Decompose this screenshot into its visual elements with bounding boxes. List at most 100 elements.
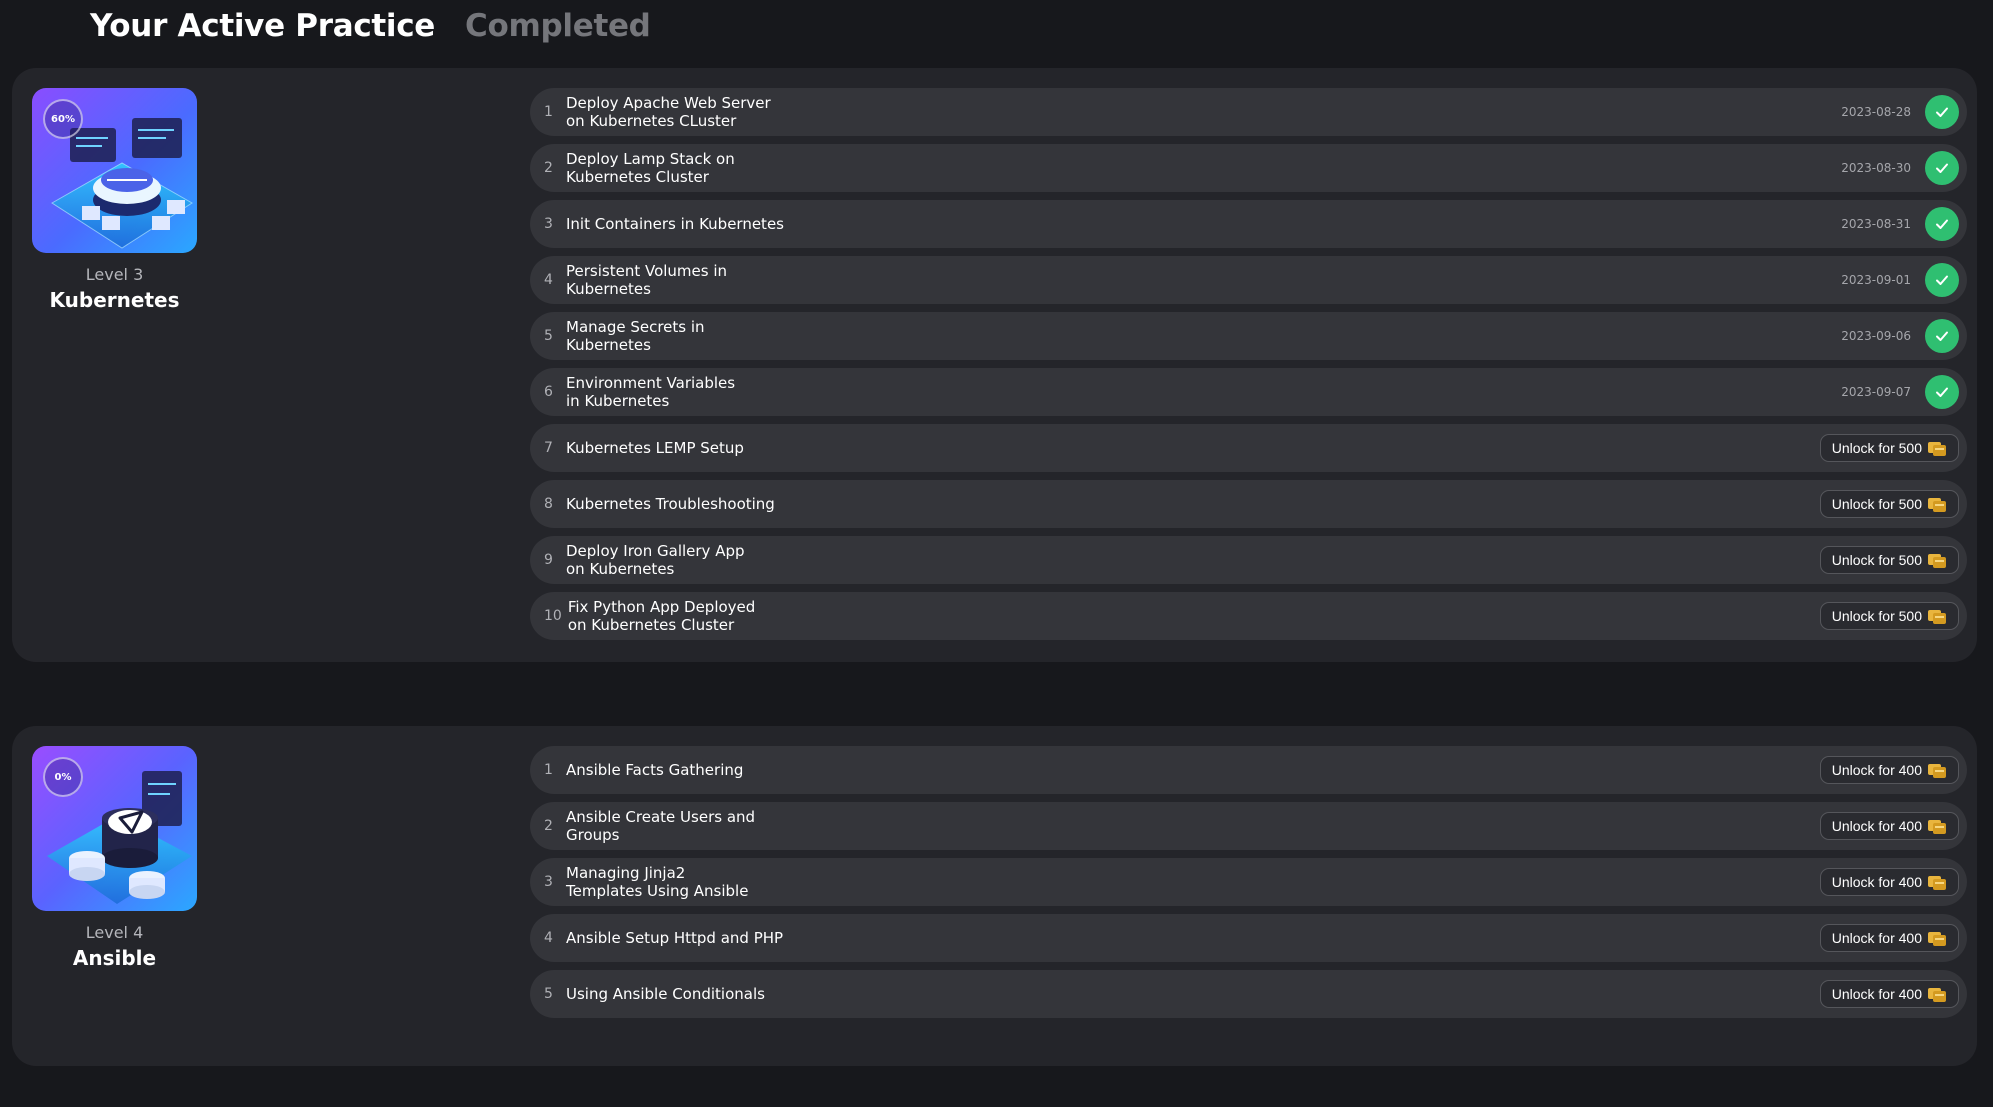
unlock-label: Unlock for 500 [1831,552,1922,568]
lesson-number: 10 [544,608,562,624]
course-name: Kubernetes [49,288,180,312]
lesson-completed-date: 2023-08-28 [1841,105,1911,119]
unlock-label: Unlock for 400 [1831,874,1922,890]
lesson-number: 1 [544,104,553,120]
lesson-row[interactable]: 2 Deploy Lamp Stack on Kubernetes Cluste… [530,144,1967,192]
coin-icon [1928,820,1946,834]
course-card-ansible: 0% Level 4 Ansible 1 Ansible Facts Gathe… [12,726,1977,1066]
lesson-title: Ansible Create Users and Groups [566,808,756,844]
lesson-number: 2 [544,160,553,176]
unlock-button[interactable]: Unlock for 500 [1819,490,1959,518]
coin-icon [1928,610,1946,624]
lesson-title: Kubernetes LEMP Setup [566,439,744,457]
lesson-title: Ansible Setup Httpd and PHP [566,929,784,947]
lesson-completed-date: 2023-09-01 [1841,273,1911,287]
coin-icon [1928,876,1946,890]
course-name: Ansible [72,946,157,970]
unlock-label: Unlock for 400 [1831,930,1922,946]
tab-completed[interactable]: Completed [465,8,651,44]
lesson-row[interactable]: 4 Persistent Volumes in Kubernetes 2023-… [530,256,1967,304]
unlock-label: Unlock for 500 [1831,496,1922,512]
lesson-title: Fix Python App Deployed on Kubernetes Cl… [567,598,756,634]
lesson-row[interactable]: 4 Ansible Setup Httpd and PHP Unlock for… [530,914,1967,962]
lesson-completed-date: 2023-09-06 [1841,329,1911,343]
lesson-number: 4 [544,272,553,288]
lesson-row[interactable]: 3 Managing Jinja2 Templates Using Ansibl… [530,858,1967,906]
lesson-row[interactable]: 6 Environment Variables in Kubernetes 20… [530,368,1967,416]
lesson-number: 7 [544,440,553,456]
unlock-label: Unlock for 500 [1831,608,1922,624]
lesson-list: 1 Deploy Apache Web Server on Kubernetes… [530,88,1967,648]
lesson-title: Ansible Facts Gathering [566,761,744,779]
check-icon [1925,375,1959,409]
lesson-row[interactable]: 1 Deploy Apache Web Server on Kubernetes… [530,88,1967,136]
unlock-button[interactable]: Unlock for 400 [1819,812,1959,840]
tab-active-practice[interactable]: Your Active Practice [90,8,435,44]
coin-icon [1928,764,1946,778]
course-info: 60% Level 3 Kubernetes [32,88,197,312]
lesson-title: Manage Secrets in Kubernetes [566,318,705,354]
unlock-button[interactable]: Unlock for 500 [1819,602,1959,630]
unlock-label: Unlock for 400 [1831,818,1922,834]
lesson-title: Deploy Iron Gallery App on Kubernetes [566,542,745,578]
lesson-number: 3 [544,216,553,232]
lesson-title: Persistent Volumes in Kubernetes [566,262,728,298]
course-level: Level 3 [85,265,144,284]
coin-icon [1928,554,1946,568]
coin-icon [1928,442,1946,456]
lesson-number: 5 [544,328,553,344]
lesson-row[interactable]: 7 Kubernetes LEMP Setup Unlock for 500 [530,424,1967,472]
unlock-button[interactable]: Unlock for 500 [1819,434,1959,462]
unlock-button[interactable]: Unlock for 500 [1819,546,1959,574]
lesson-number: 5 [544,986,553,1002]
unlock-label: Unlock for 500 [1831,440,1922,456]
lesson-title: Init Containers in Kubernetes [566,215,784,233]
lesson-number: 6 [544,384,553,400]
progress-badge: 60% [43,99,83,139]
check-icon [1925,319,1959,353]
course-info: 0% Level 4 Ansible [32,746,197,970]
lesson-row[interactable]: 1 Ansible Facts Gathering Unlock for 400 [530,746,1967,794]
coin-icon [1928,498,1946,512]
coin-icon [1928,988,1946,1002]
lesson-number: 3 [544,874,553,890]
lesson-title: Using Ansible Conditionals [566,985,765,1003]
lesson-row[interactable]: 5 Manage Secrets in Kubernetes 2023-09-0… [530,312,1967,360]
lesson-row[interactable]: 3 Init Containers in Kubernetes 2023-08-… [530,200,1967,248]
lesson-title: Managing Jinja2 Templates Using Ansible [566,864,749,900]
lesson-row[interactable]: 2 Ansible Create Users and Groups Unlock… [530,802,1967,850]
lesson-title: Deploy Apache Web Server on Kubernetes C… [566,94,771,130]
unlock-button[interactable]: Unlock for 400 [1819,756,1959,784]
unlock-button[interactable]: Unlock for 400 [1819,924,1959,952]
lesson-list: 1 Ansible Facts Gathering Unlock for 400… [530,746,1967,1026]
lesson-completed-date: 2023-08-31 [1841,217,1911,231]
check-icon [1925,207,1959,241]
unlock-label: Unlock for 400 [1831,986,1922,1002]
unlock-button[interactable]: Unlock for 400 [1819,980,1959,1008]
unlock-label: Unlock for 400 [1831,762,1922,778]
unlock-button[interactable]: Unlock for 400 [1819,868,1959,896]
lesson-title: Environment Variables in Kubernetes [566,374,736,410]
course-thumbnail[interactable]: 60% [32,88,197,253]
practice-tabs: Your Active Practice Completed [90,8,651,44]
lesson-row[interactable]: 8 Kubernetes Troubleshooting Unlock for … [530,480,1967,528]
lesson-completed-date: 2023-08-30 [1841,161,1911,175]
lesson-title: Kubernetes Troubleshooting [566,495,775,513]
lesson-title: Deploy Lamp Stack on Kubernetes Cluster [566,150,735,186]
course-card-kubernetes: 60% Level 3 Kubernetes 1 Deploy Apache W… [12,68,1977,662]
lesson-row[interactable]: 10 Fix Python App Deployed on Kubernetes… [530,592,1967,640]
lesson-number: 9 [544,552,553,568]
lesson-number: 8 [544,496,553,512]
lesson-row[interactable]: 5 Using Ansible Conditionals Unlock for … [530,970,1967,1018]
coin-icon [1928,932,1946,946]
course-thumbnail[interactable]: 0% [32,746,197,911]
check-icon [1925,263,1959,297]
progress-badge: 0% [43,757,83,797]
lesson-row[interactable]: 9 Deploy Iron Gallery App on Kubernetes … [530,536,1967,584]
lesson-number: 2 [544,818,553,834]
course-level: Level 4 [85,923,144,942]
check-icon [1925,151,1959,185]
lesson-number: 4 [544,930,553,946]
lesson-number: 1 [544,762,553,778]
lesson-completed-date: 2023-09-07 [1841,385,1911,399]
